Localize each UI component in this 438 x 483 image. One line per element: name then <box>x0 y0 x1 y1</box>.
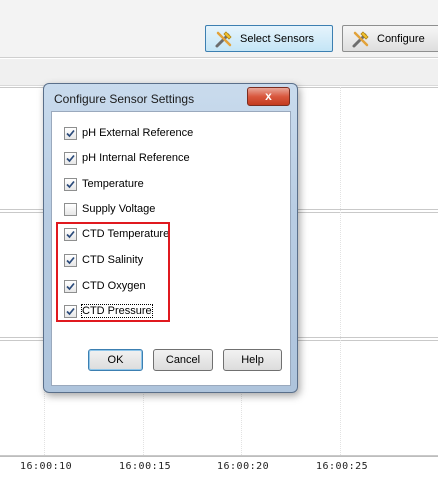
ok-button[interactable]: OK <box>88 349 143 371</box>
configure-sensor-settings-dialog: Configure Sensor Settings x pH External … <box>43 83 298 393</box>
select-sensors-label: Select Sensors <box>240 32 314 45</box>
x-axis: 16:00:10 16:00:15 16:00:20 16:00:25 <box>0 456 438 483</box>
sensor-checkbox-label: pH Internal Reference <box>82 152 190 164</box>
sensor-checkbox-label: Supply Voltage <box>82 203 156 215</box>
x-tick-label: 16:00:15 <box>119 461 172 472</box>
sensor-checkbox-row[interactable]: Supply Voltage <box>64 200 155 218</box>
checkbox[interactable] <box>64 126 77 140</box>
select-sensors-button[interactable]: Select Sensors <box>205 25 333 52</box>
sensor-checkbox-label: Temperature <box>82 178 144 190</box>
sensor-checkbox-label: pH External Reference <box>82 127 194 139</box>
configure-button[interactable]: Configure <box>342 25 438 52</box>
x-tick-label: 16:00:25 <box>316 461 369 472</box>
x-tick-label: 16:00:20 <box>217 461 270 472</box>
checkmark-icon <box>66 129 75 137</box>
tools-icon <box>352 30 369 47</box>
dialog-title: Configure Sensor Settings <box>54 92 195 106</box>
sensor-checkbox-row[interactable]: Temperature <box>64 175 144 193</box>
ctd-sensors-highlight <box>56 222 170 322</box>
close-button[interactable]: x <box>247 87 290 106</box>
sensor-checkbox-row[interactable]: pH External Reference <box>64 124 193 142</box>
close-icon: x <box>265 89 272 103</box>
checkmark-icon <box>66 154 75 162</box>
checkbox[interactable] <box>64 202 77 216</box>
help-button[interactable]: Help <box>223 349 282 371</box>
grid-line <box>340 87 341 457</box>
toolbar: Select Sensors Configure <box>0 0 438 58</box>
dialog-body: pH External Reference pH Internal Referen… <box>51 111 291 386</box>
toolbar-strip <box>0 59 438 86</box>
configure-label: Configure <box>377 32 425 45</box>
help-label: Help <box>241 354 264 366</box>
checkmark-icon <box>66 180 75 188</box>
ok-label: OK <box>107 354 124 366</box>
cancel-label: Cancel <box>165 354 201 366</box>
cancel-button[interactable]: Cancel <box>153 349 213 371</box>
tools-icon <box>215 30 232 47</box>
checkbox[interactable] <box>64 151 77 165</box>
x-tick-label: 16:00:10 <box>20 461 73 472</box>
sensor-checkbox-row[interactable]: pH Internal Reference <box>64 149 190 167</box>
checkbox[interactable] <box>64 177 77 191</box>
